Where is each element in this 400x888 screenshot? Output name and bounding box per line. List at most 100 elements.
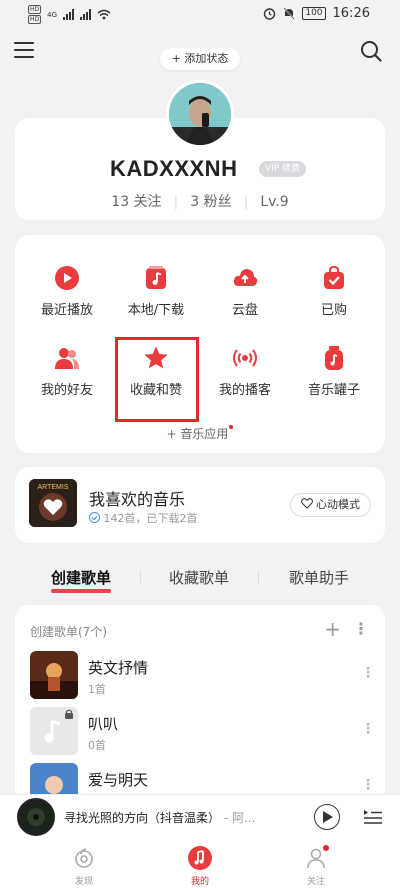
playlist-tabs: 创建歌单 收藏歌单 歌单助手	[15, 567, 385, 593]
playlist-more-button[interactable]: ⋮	[361, 665, 375, 681]
playlist-name: 爱与明天	[88, 771, 149, 789]
feature-music-jar[interactable]: 音乐罐子	[289, 345, 379, 398]
avatar-image	[169, 83, 231, 145]
play-icon	[323, 811, 333, 823]
tab-separator	[258, 571, 259, 585]
status-left: HD HD 4G	[28, 5, 111, 24]
tab-collected-playlists[interactable]: 收藏歌单	[169, 567, 229, 588]
heartbeat-mode-button[interactable]: 心动模式	[289, 493, 371, 517]
now-playing-text: 寻找光照的方向（抖音温柔） - 阿...	[64, 809, 255, 826]
mute-icon	[283, 7, 295, 20]
vip-badge[interactable]: VIP 续费	[259, 161, 307, 177]
highlight-box	[115, 337, 199, 422]
music-note-placeholder-icon	[30, 707, 78, 755]
download-check-icon	[89, 512, 100, 523]
nav-mine[interactable]: 我的	[170, 846, 230, 887]
playlist-item[interactable]: 叭叭 0首 ⋮	[30, 707, 375, 757]
play-button[interactable]	[314, 804, 340, 830]
notification-dot	[323, 845, 329, 851]
avatar[interactable]	[166, 80, 234, 148]
hd-badges: HD HD	[28, 5, 42, 24]
music-icon	[194, 850, 204, 865]
now-playing-title: 寻找光照的方向（抖音温柔）	[64, 811, 221, 825]
hd-badge: HD	[28, 15, 42, 24]
tab-playlist-assistant[interactable]: 歌单助手	[289, 567, 349, 588]
search-icon	[361, 41, 382, 62]
liked-music-cover: ARTEMIS	[29, 479, 77, 527]
status-bar: HD HD 4G 100 16:26	[0, 0, 400, 28]
album-cover: ARTEMIS	[29, 479, 77, 527]
nav-active-indicator	[188, 846, 212, 870]
add-playlist-button[interactable]: +	[324, 619, 341, 639]
username[interactable]: KADXXXNH	[110, 156, 237, 182]
feature-label: 最近播放	[40, 303, 93, 318]
signal-icon	[63, 9, 75, 20]
playlist-item[interactable]: 英文抒情 1首 ⋮	[30, 651, 375, 701]
playlist-cover	[30, 651, 78, 699]
playlist-name: 叭叭	[88, 715, 119, 733]
feature-label: 我的好友	[40, 383, 93, 398]
playlist-cover	[30, 707, 78, 755]
followers-count[interactable]: 3 粉丝	[190, 194, 231, 210]
liked-music-card[interactable]: ARTEMIS 我喜欢的音乐 142首，已下载2首 心动模式	[15, 467, 385, 543]
liked-music-title: 我喜欢的音乐	[89, 490, 186, 509]
heart-icon	[300, 498, 313, 509]
level-label[interactable]: Lv.9	[260, 194, 288, 210]
clock: 16:26	[332, 6, 370, 21]
nav-label: 关注	[306, 877, 325, 887]
playlist-cover-image	[30, 651, 78, 699]
music-note-icon	[146, 266, 166, 289]
now-playing-cover	[20, 801, 52, 833]
nav-following[interactable]: 关注	[286, 845, 346, 887]
nav-discover[interactable]: 发现	[54, 846, 114, 887]
mini-player[interactable]: 寻找光照的方向（抖音温柔） - 阿...	[0, 794, 400, 840]
search-button[interactable]	[360, 40, 382, 62]
stats-separator: |	[173, 194, 179, 210]
wifi-icon	[97, 9, 111, 20]
playlist-count: 1首	[88, 683, 106, 696]
status-right: 100 16:26	[263, 6, 370, 21]
menu-button[interactable]	[14, 42, 34, 60]
playlist-more-button[interactable]: ⋮	[361, 721, 375, 737]
broadcast-icon	[233, 349, 257, 367]
feature-label: 音乐罐子	[307, 383, 360, 398]
feature-cloud-disk[interactable]: 云盘	[200, 265, 290, 318]
signal-icon	[80, 9, 92, 20]
battery-indicator: 100	[302, 7, 326, 20]
heartbeat-mode-label: 心动模式	[316, 498, 360, 511]
add-status-button[interactable]: + 添加状态	[160, 48, 240, 70]
hd-badge: HD	[28, 5, 42, 14]
bag-check-icon	[324, 265, 344, 289]
friends-icon	[55, 348, 79, 369]
more-options-button[interactable]: ⋮	[353, 619, 369, 639]
notification-dot	[229, 425, 234, 429]
feature-purchased[interactable]: 已购	[289, 265, 379, 318]
player-disc[interactable]	[17, 798, 55, 836]
profile-stats: 13 关注 | 3 粉丝 | Lv.9	[15, 191, 385, 211]
network-label: 4G	[47, 10, 58, 19]
cloud-upload-icon	[233, 269, 258, 286]
feature-friends[interactable]: 我的好友	[22, 345, 112, 398]
following-count[interactable]: 13 关注	[111, 194, 161, 210]
queue-icon	[364, 810, 382, 824]
alarm-icon	[264, 8, 276, 20]
cover-text: ARTEMIS	[38, 484, 69, 491]
playlist-queue-button[interactable]	[364, 807, 382, 825]
now-playing-artist: - 阿...	[220, 811, 256, 825]
feature-label: 云盘	[231, 303, 258, 318]
feature-grid-card: 最近播放 本地/下载 云盘 已购 我的好友 收藏和赞 我的播客 音乐罐子 + 音…	[15, 235, 385, 453]
feature-local-download[interactable]: 本地/下载	[111, 265, 201, 318]
play-icon	[55, 266, 79, 290]
music-jar-icon	[325, 346, 343, 370]
bottom-navigation: 发现 我的 关注	[0, 840, 400, 888]
playlists-header: 创建歌单(7个)	[30, 625, 107, 639]
tab-created-playlists[interactable]: 创建歌单	[51, 567, 111, 588]
music-app-link[interactable]: + 音乐应用	[15, 425, 385, 442]
feature-recent-play[interactable]: 最近播放	[22, 265, 112, 318]
stats-separator: |	[243, 194, 249, 210]
active-tab-indicator	[51, 589, 111, 593]
feature-label: 本地/下载	[127, 303, 185, 318]
music-app-label: + 音乐应用	[166, 427, 229, 441]
playlist-more-button[interactable]: ⋮	[361, 777, 375, 793]
feature-podcast[interactable]: 我的播客	[200, 345, 290, 398]
